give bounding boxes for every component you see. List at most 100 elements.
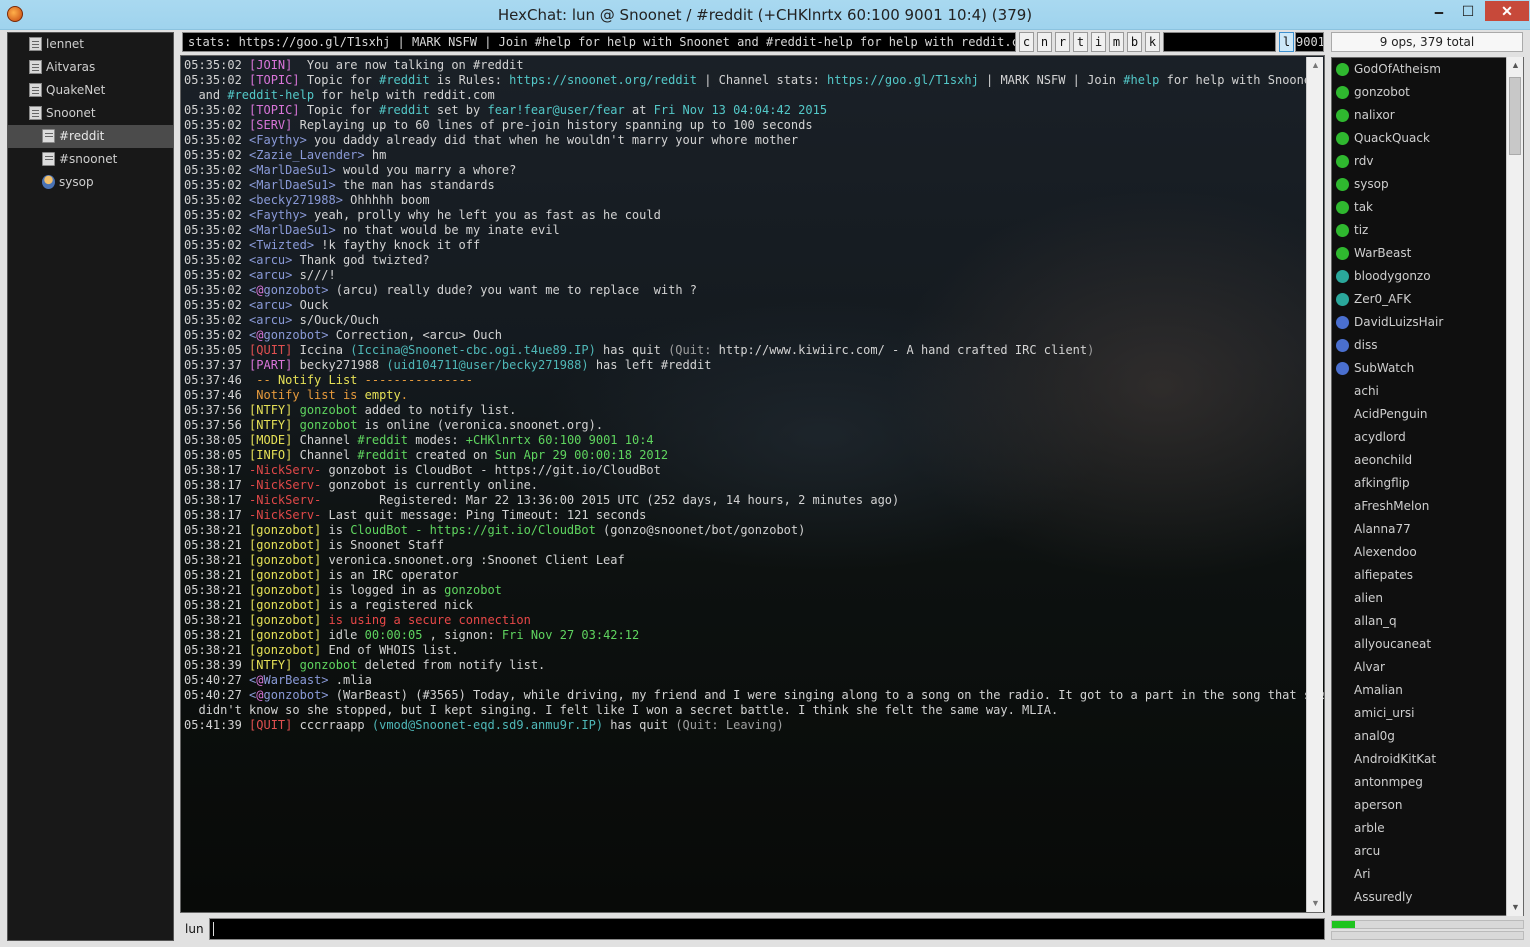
channel-limit-field[interactable]: 9001: [1295, 32, 1324, 52]
user-list-item[interactable]: Alexendoo: [1332, 541, 1507, 564]
user-list-item[interactable]: Alanna77: [1332, 518, 1507, 541]
message-input[interactable]: [209, 918, 1325, 940]
limit-mode-button[interactable]: l: [1279, 32, 1294, 52]
user-list-item[interactable]: WarBeast: [1332, 242, 1507, 265]
user-list-item[interactable]: amici_ursi: [1332, 702, 1507, 725]
topic-field[interactable]: stats: https://goo.gl/T1sxhj | MARK NSFW…: [182, 32, 1016, 52]
maximize-button[interactable]: ☐: [1454, 1, 1482, 21]
userlist-scroll-thumb[interactable]: [1509, 77, 1521, 155]
user-list-item[interactable]: Amalian: [1332, 679, 1507, 702]
user-list-item[interactable]: tak: [1332, 196, 1507, 219]
user-list-item[interactable]: aeonchild: [1332, 449, 1507, 472]
mode-button-t[interactable]: t: [1073, 32, 1088, 52]
user-nick: WarBeast: [1354, 246, 1412, 260]
op-status-icon: [1336, 247, 1349, 260]
tree-item-aitvaras[interactable]: Aitvaras: [8, 56, 173, 79]
user-list-item[interactable]: aperson: [1332, 794, 1507, 817]
user-list-item[interactable]: Ari: [1332, 863, 1507, 886]
chat-segment: [TOPIC]: [249, 103, 300, 117]
op-status-icon: [1336, 132, 1349, 145]
user-list-item[interactable]: sysop: [1332, 173, 1507, 196]
user-nick: QuackQuack: [1354, 131, 1430, 145]
window-title: HexChat: lun @ Snoonet / #reddit (+CHKln…: [497, 6, 1033, 24]
user-list-item[interactable]: allan_q: [1332, 610, 1507, 633]
user-list-item[interactable]: diss: [1332, 334, 1507, 357]
chat-segment: (arcu) really dude? you want me to repla…: [328, 283, 697, 297]
user-list-item[interactable]: Zer0_AFK: [1332, 288, 1507, 311]
chat-buffer[interactable]: 05:35:02 [JOIN] You are now talking on #…: [180, 55, 1325, 913]
chat-line: didn't know so she stopped, but I kept s…: [184, 703, 1304, 718]
user-list-item[interactable]: nalixor: [1332, 104, 1507, 127]
minimize-button[interactable]: 🗕: [1425, 1, 1453, 21]
user-list-item[interactable]: DavidLuizsHair: [1332, 311, 1507, 334]
user-list-scrollbar[interactable]: ▲ ▼: [1506, 57, 1523, 916]
chat-scrollbar[interactable]: ▲ ▼: [1306, 57, 1323, 912]
user-list-item[interactable]: GodOfAtheism: [1332, 58, 1507, 81]
channel-tree[interactable]: lennet Aitvaras QuakeNet Snoonet #reddit #sno…: [7, 32, 174, 941]
user-list-item[interactable]: tiz: [1332, 219, 1507, 242]
user-list-item[interactable]: AndroidKitKat: [1332, 748, 1507, 771]
op-status-icon: [1336, 201, 1349, 214]
halfop-status-icon: [1336, 270, 1349, 283]
userlist-scroll-down-icon[interactable]: ▼: [1507, 899, 1524, 916]
chat-segment: <MarlDaeSu1>: [249, 178, 336, 192]
mode-button-k[interactable]: k: [1145, 32, 1160, 52]
nick-button[interactable]: lun: [180, 918, 207, 940]
user-list-item[interactable]: rdv: [1332, 150, 1507, 173]
user-list-item[interactable]: arble: [1332, 817, 1507, 840]
chat-segment: empty: [364, 388, 401, 402]
user-list-item[interactable]: Assuredly: [1332, 886, 1507, 909]
mode-button-m[interactable]: m: [1109, 32, 1124, 52]
user-list-item[interactable]: alfiepates: [1332, 564, 1507, 587]
mode-button-i[interactable]: i: [1091, 32, 1106, 52]
user-list-item[interactable]: afkingflip: [1332, 472, 1507, 495]
tree-item-snoonet[interactable]: #snoonet: [8, 148, 173, 171]
user-list-item[interactable]: alien: [1332, 587, 1507, 610]
chat-segment: for help with Snoonet: [1159, 73, 1319, 87]
tree-item-snoonet[interactable]: Snoonet: [8, 102, 173, 125]
chat-segment: -NickServ-: [249, 493, 322, 507]
user-list-item[interactable]: SubWatch: [1332, 357, 1507, 380]
chat-segment: [NTFY]: [249, 418, 293, 432]
user-list-item[interactable]: aFreshMelon: [1332, 495, 1507, 518]
user-list-item[interactable]: AcidPenguin: [1332, 403, 1507, 426]
tree-item-sysop[interactable]: sysop: [8, 171, 173, 194]
mode-button-n[interactable]: n: [1037, 32, 1052, 52]
chat-segment: [PART]: [249, 358, 293, 372]
user-query-icon: [42, 175, 55, 189]
chat-segment: Sun Apr 29 00:00:18 2012: [494, 448, 669, 462]
user-list-item[interactable]: arcu: [1332, 840, 1507, 863]
tree-item-reddit[interactable]: #reddit: [8, 125, 173, 148]
chat-segment: [NTFY]: [249, 658, 293, 672]
user-list-item[interactable]: bloodygonzo: [1332, 265, 1507, 288]
op-status-icon: [1336, 224, 1349, 237]
tree-item-quakenet[interactable]: QuakeNet: [8, 79, 173, 102]
mode-button-c[interactable]: c: [1019, 32, 1034, 52]
scroll-up-icon[interactable]: ▲: [1307, 57, 1324, 74]
close-button[interactable]: ✕: [1485, 1, 1529, 21]
user-list-item[interactable]: Alvar: [1332, 656, 1507, 679]
user-list-item[interactable]: antonmpeg: [1332, 771, 1507, 794]
user-list-item[interactable]: acydlord: [1332, 426, 1507, 449]
user-list[interactable]: GodOfAtheism gonzobot nalixor QuackQuack rdv…: [1331, 57, 1524, 916]
channel-key-field[interactable]: [1163, 32, 1276, 52]
chat-segment: <Faythy>: [249, 208, 307, 222]
scroll-down-icon[interactable]: ▼: [1307, 895, 1324, 912]
user-list-item[interactable]: gonzobot: [1332, 81, 1507, 104]
mode-button-b[interactable]: b: [1127, 32, 1142, 52]
chat-segment: created on: [408, 448, 495, 462]
user-list-item[interactable]: achi: [1332, 380, 1507, 403]
chat-segment: (Quit: Leaving): [675, 718, 784, 732]
tree-item-lennet[interactable]: lennet: [8, 33, 173, 56]
chat-segment: 05:38:21: [184, 523, 250, 537]
chat-segment: [gonzobot]: [249, 598, 322, 612]
chat-segment: (Iccina@Snoonet-cbc.ogi.t4ue89.IP): [350, 343, 596, 357]
mode-button-r[interactable]: r: [1055, 32, 1070, 52]
chat-segment: 05:35:02: [184, 253, 250, 267]
user-list-item[interactable]: QuackQuack: [1332, 127, 1507, 150]
user-list-item[interactable]: allyoucaneat: [1332, 633, 1507, 656]
channel-icon: [42, 152, 55, 166]
user-list-item[interactable]: anal0g: [1332, 725, 1507, 748]
chat-segment: @: [256, 673, 264, 687]
userlist-scroll-up-icon[interactable]: ▲: [1507, 57, 1524, 74]
